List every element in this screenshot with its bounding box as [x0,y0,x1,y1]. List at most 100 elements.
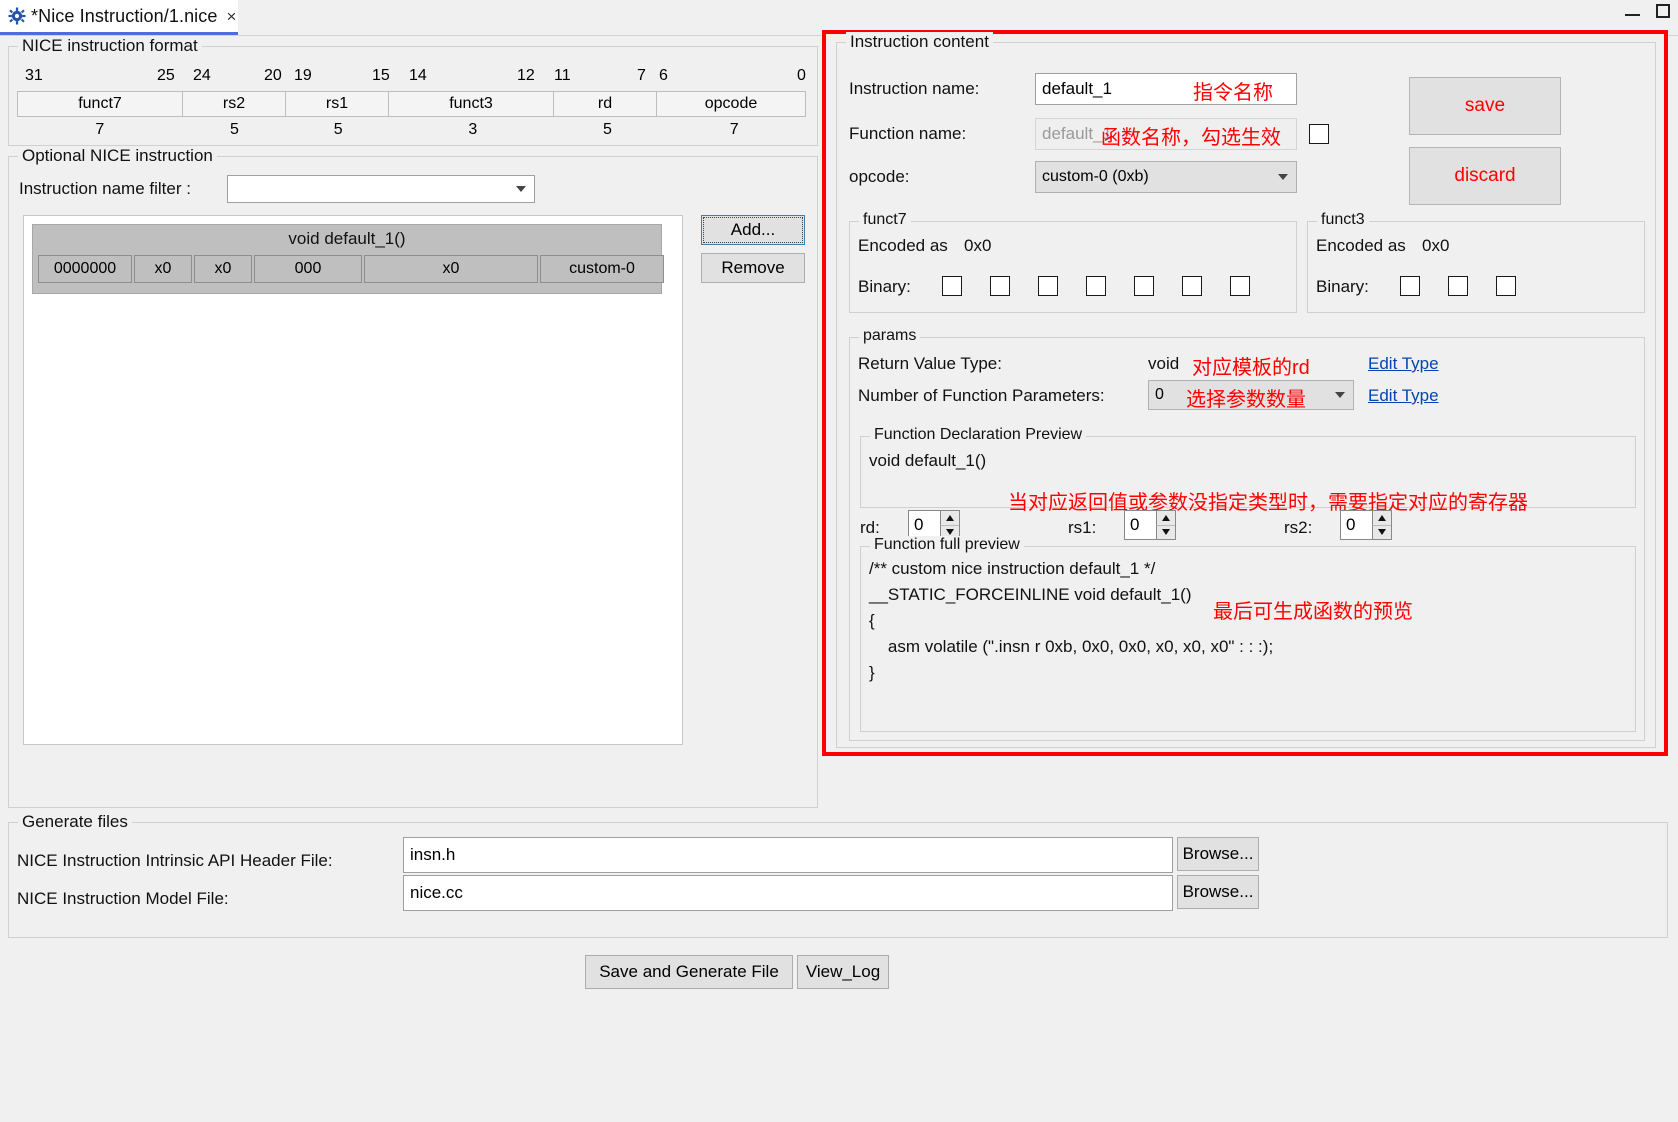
browse-header-file-button[interactable]: Browse... [1177,837,1259,871]
params-group-label: params [859,327,921,345]
funct7-group-label: funct7 [859,211,911,229]
format-group-label: NICE instruction format [18,36,202,56]
format-field-width: 7 [95,121,105,138]
bit-number: 7 [637,67,646,84]
function-name-enable-checkbox[interactable] [1309,124,1329,144]
full-preview-line: __STATIC_FORCEINLINE void default_1() [869,585,1192,604]
param-count-edit-type-link[interactable]: Edit Type [1368,386,1439,406]
number-of-function-parameters-value: 0 [1155,386,1164,403]
rs1-label: rs1: [1068,518,1097,537]
spinner-down-icon[interactable] [1156,525,1175,539]
spinner-down-icon[interactable] [1372,525,1391,539]
rs2-spinner-arrows[interactable] [1372,511,1391,539]
funct7-bit-checkbox-4[interactable] [1038,276,1058,296]
view-log-button[interactable]: View_Log [797,955,889,989]
annotation-function-name: 函数名称，勾选生效 [1101,127,1281,149]
encoding-cell-rs2: x0 [134,255,192,283]
bit-number: 31 [25,67,43,84]
spinner-up-icon[interactable] [1372,511,1391,526]
browse-model-file-button[interactable]: Browse... [1177,875,1259,909]
tab-title: *Nice Instruction/1.nice [31,5,218,26]
generate-files-group: Generate files NICE Instruction Intrinsi… [8,812,1668,938]
instruction-list[interactable]: void default_1() 0000000 x0 x0 000 x0 cu… [23,215,683,745]
add-button[interactable]: Add... [701,215,805,245]
chevron-down-icon [516,186,526,192]
spinner-up-icon[interactable] [1156,511,1175,526]
format-field-width: 5 [229,121,239,138]
return-type-edit-type-link[interactable]: Edit Type [1368,354,1439,374]
save-and-generate-file-button[interactable]: Save and Generate File [585,955,793,989]
instruction-content-label: Instruction content [846,32,993,52]
instruction-signature: void default_1() [288,229,406,248]
function-full-preview-group: Function full preview /** custom nice in… [860,536,1636,732]
instruction-name-label: Instruction name: [849,79,980,98]
nice-instruction-editor: *Nice Instruction/1.nice × NICE instruct… [0,0,1678,1122]
close-icon[interactable]: × [227,8,237,25]
rs2-value: 0 [1346,515,1356,534]
rd-value: 0 [914,515,924,534]
nice-instruction-format-group: NICE instruction format 31 25 24 20 19 1… [8,36,818,146]
funct3-bit-checkbox-1[interactable] [1448,276,1468,296]
encoding-cell-rd: x0 [364,255,538,283]
funct3-encoded-value: 0x0 [1422,236,1450,255]
discard-button[interactable]: discard [1409,147,1561,205]
bit-number: 0 [797,67,806,84]
header-file-value: insn.h [410,845,456,864]
header-file-input[interactable]: insn.h [403,837,1173,873]
rs2-label: rs2: [1284,518,1313,537]
funct7-bit-checkbox-3[interactable] [1086,276,1106,296]
funct7-bit-checkbox-5[interactable] [990,276,1010,296]
rs1-spinner-arrows[interactable] [1156,511,1175,539]
instruction-name-filter-label: Instruction name filter : [19,179,191,198]
format-field: opcode [656,91,806,117]
encoding-cell-opcode: custom-0 [540,255,664,283]
funct7-binary-label: Binary: [858,277,911,296]
opcode-select[interactable]: custom-0 (0xb) [1035,161,1297,193]
save-button[interactable]: save [1409,77,1561,135]
declaration-preview-text: void default_1() [869,451,987,470]
tab-nice-instruction[interactable]: *Nice Instruction/1.nice × [0,0,238,35]
opcode-label: opcode: [849,167,910,186]
rs1-spinner[interactable]: 0 [1124,510,1176,540]
return-value-type-value: void [1148,354,1180,373]
funct7-bit-checkbox-0[interactable] [1230,276,1250,296]
funct7-bit-checkbox-2[interactable] [1134,276,1154,296]
funct3-group-label: funct3 [1317,211,1369,229]
chevron-down-icon [1335,392,1345,398]
maximize-icon[interactable] [1656,4,1670,18]
minimize-icon[interactable] [1625,6,1640,16]
window-controls [1625,4,1670,18]
instruction-name-filter-combo[interactable] [227,175,535,203]
spinner-up-icon[interactable] [940,511,959,526]
remove-button[interactable]: Remove [701,253,805,283]
format-field-width: 3 [468,121,478,138]
bit-number: 6 [659,67,668,84]
encoding-cell-rs1: x0 [194,255,252,283]
full-preview-label: Function full preview [870,536,1024,554]
format-field: rd [553,91,657,117]
format-field: funct3 [388,91,554,117]
full-preview-line: /** custom nice instruction default_1 */ [869,559,1156,578]
rd-spinner-arrows[interactable] [940,511,959,539]
function-name-label: Function name: [849,124,967,143]
encoding-cell-funct3: 000 [254,255,362,283]
funct3-bit-checkbox-0[interactable] [1496,276,1516,296]
funct7-bit-checkbox-1[interactable] [1182,276,1202,296]
annotation-instruction-name: 指令名称 [1193,82,1273,104]
chevron-down-icon [1278,174,1288,180]
bit-number: 25 [157,67,175,84]
funct3-group: funct3 Encoded as 0x0 Binary: [1307,211,1645,313]
funct3-bit-checkbox-2[interactable] [1400,276,1420,296]
list-item[interactable]: void default_1() 0000000 x0 x0 000 x0 cu… [32,224,664,294]
instruction-content-group: Instruction content Instruction name: de… [836,32,1656,748]
model-file-input[interactable]: nice.cc [403,875,1173,911]
funct7-bit-checkbox-6[interactable] [942,276,962,296]
encoding-cell-funct7: 0000000 [38,255,132,283]
rs2-spinner[interactable]: 0 [1340,510,1392,540]
instruction-name-value: default_1 [1042,79,1112,98]
optional-nice-instruction-group: Optional NICE instruction Instruction na… [8,146,818,808]
full-preview-line: { [869,611,875,630]
gear-icon [8,7,26,25]
annotation-return-type: 对应模板的rd [1192,357,1310,379]
annotation-full-preview: 最后可生成函数的预览 [1213,601,1413,623]
